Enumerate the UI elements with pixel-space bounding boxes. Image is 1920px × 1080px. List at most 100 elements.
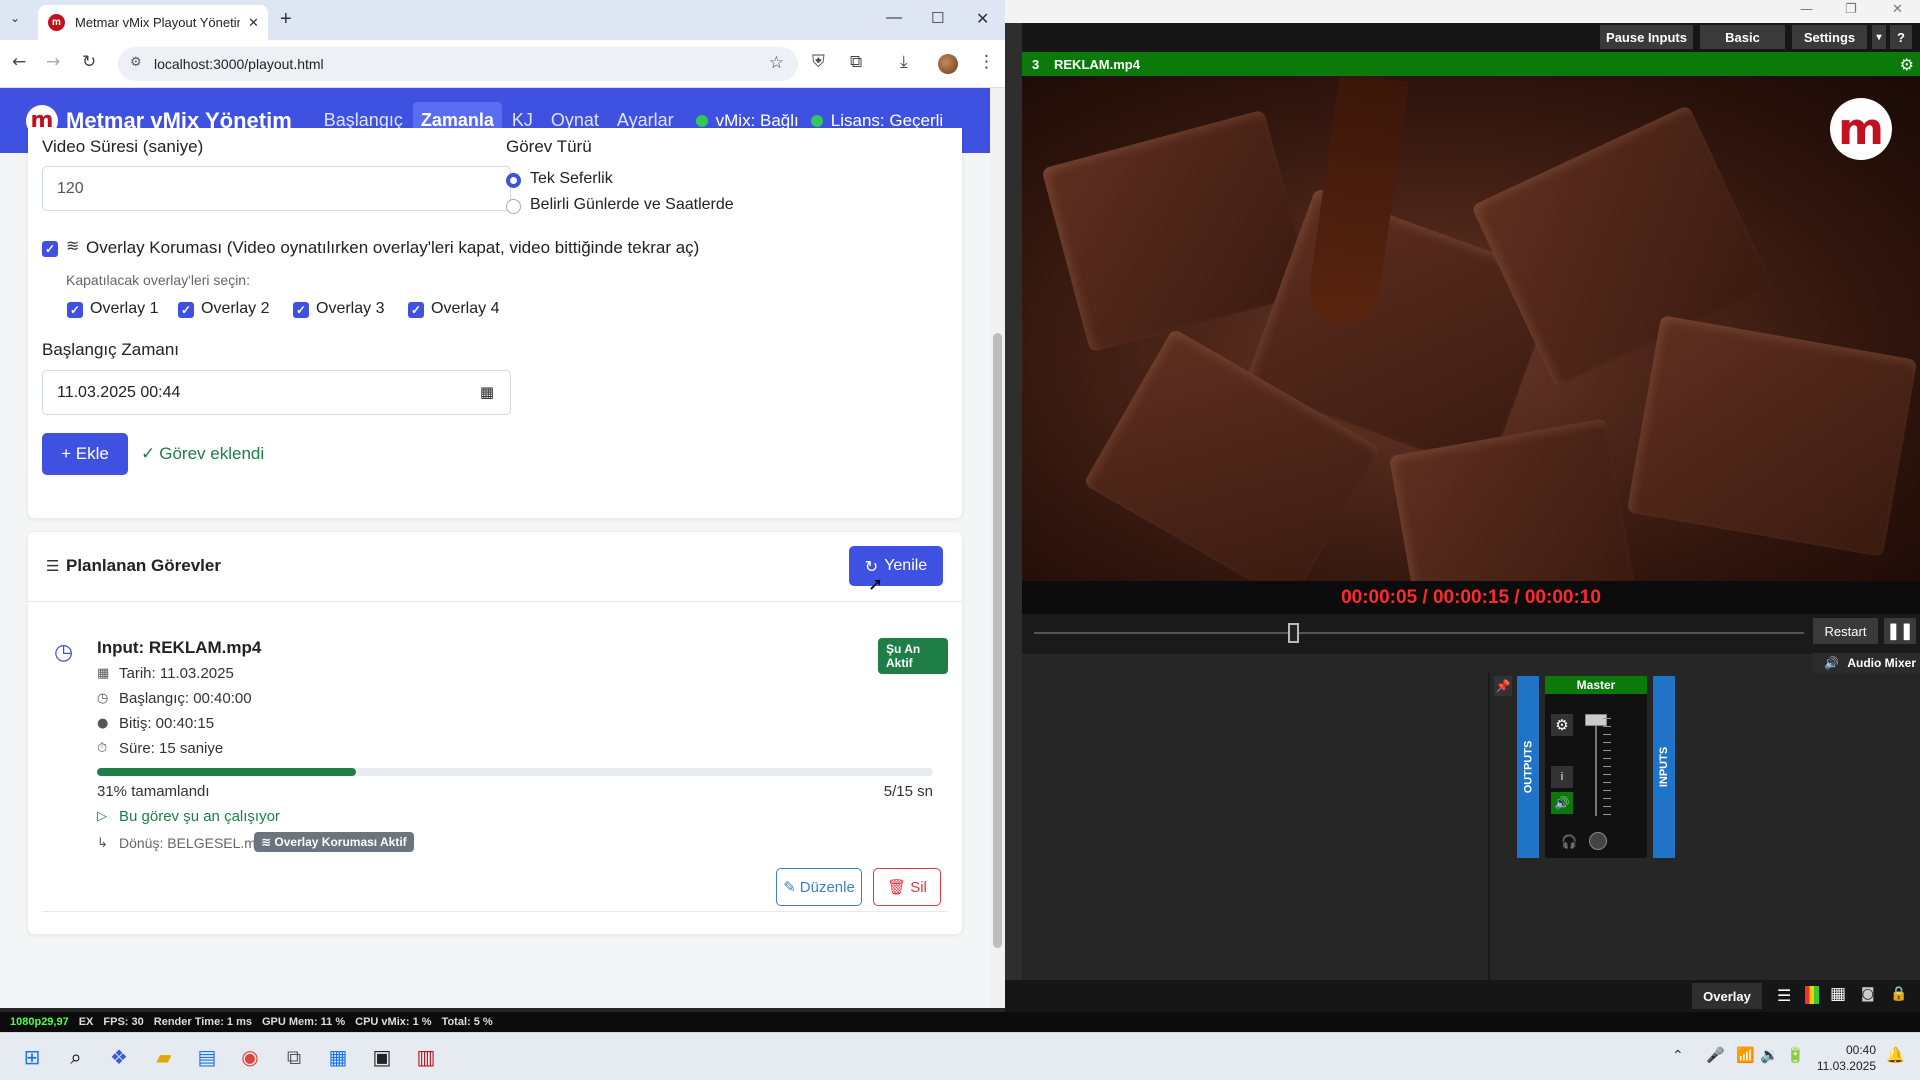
terminal-icon[interactable]: ▣ — [368, 1043, 396, 1071]
status-dot — [810, 114, 823, 127]
audio-mixer: OUTPUTS Master ⚙ i 🔊 🎧 INPUTS — [1517, 676, 1675, 858]
duration-input[interactable]: 120 — [42, 166, 511, 211]
audio-mixer-tab[interactable]: 🔊 Audio Mixer — [1812, 653, 1920, 673]
file-explorer-icon[interactable]: ▰ — [150, 1043, 178, 1071]
clock-icon: ◷ — [97, 691, 109, 706]
add-button[interactable]: + Ekle — [42, 433, 128, 475]
calendar-icon: ▦ — [97, 666, 110, 681]
battery-icon[interactable]: 🔋 — [1786, 1046, 1805, 1064]
bookmark-star-icon[interactable]: ☆ — [769, 53, 784, 73]
back-icon[interactable]: ← — [12, 52, 26, 72]
volume-icon[interactable]: 🔉 — [1760, 1046, 1779, 1064]
headphones-icon[interactable]: 🎧 — [1561, 834, 1577, 850]
settings-dropdown-icon[interactable]: ▾ — [1872, 25, 1886, 49]
overlay-1-checkbox[interactable]: ✓ — [67, 302, 83, 318]
notepad-icon[interactable]: ▤ — [193, 1043, 221, 1071]
mixer-outputs-tab[interactable]: OUTPUTS — [1517, 676, 1539, 858]
overlay-protection-checkbox[interactable]: ✓ — [42, 241, 58, 257]
system-clock[interactable]: 00:40 11.03.2025 — [1817, 1042, 1876, 1074]
speaker-icon: 🔊 — [1824, 656, 1840, 670]
pin-icon[interactable]: 📌 — [1494, 676, 1512, 696]
vmix-close-icon[interactable]: ✕ — [1892, 2, 1903, 17]
mixer-inputs-tab[interactable]: INPUTS — [1653, 676, 1675, 858]
pencil-icon: ✎ — [783, 878, 796, 896]
delete-button[interactable]: 🗑 Sil — [873, 868, 941, 906]
return-arrow-icon: ↳ — [97, 835, 108, 851]
vmix-minimize-icon[interactable]: — — [1800, 2, 1813, 17]
vmix-restore-icon[interactable]: ❐ — [1845, 2, 1857, 17]
microphone-icon[interactable]: 🎤 — [1706, 1046, 1725, 1064]
network-app-icon[interactable]: ⧉ — [280, 1043, 308, 1071]
help-button[interactable]: ? — [1890, 25, 1912, 49]
profile-avatar[interactable] — [938, 54, 958, 74]
settings-button[interactable]: Settings — [1792, 25, 1867, 49]
windows-app-icon[interactable]: ▦ — [324, 1043, 352, 1071]
window-minimize-icon[interactable]: — — [886, 9, 902, 27]
edit-button[interactable]: ✎ Düzenle — [776, 868, 862, 906]
task-type-recurring-radio[interactable] — [506, 199, 521, 214]
return-info: ↳ Dönüş: BELGESEL.mp4 — [97, 835, 272, 851]
refresh-button[interactable]: ↻ Yenile — [849, 546, 943, 586]
snapshot-icon[interactable]: ◙ — [1861, 986, 1875, 1002]
clock-icon: ◷ — [54, 640, 74, 665]
status-total: Total: 5 % — [441, 1016, 493, 1028]
start-icon[interactable]: ⊞ — [18, 1043, 46, 1071]
forward-icon[interactable]: → — [46, 52, 60, 72]
restart-button[interactable]: Restart — [1813, 618, 1878, 644]
tab-close-icon[interactable]: ✕ — [248, 15, 259, 31]
window-close-icon[interactable]: ✕ — [976, 9, 989, 29]
layers-icon: ≋ — [66, 236, 80, 255]
address-bar[interactable]: ⚙ localhost:3000/playout.html ☆ — [118, 47, 798, 81]
overlay-protection-badge: ≋ Overlay Koruması Aktif — [254, 832, 414, 852]
reload-icon[interactable]: ↻ — [82, 52, 96, 72]
task-type-once-radio[interactable] — [506, 173, 521, 188]
return-info-text: Dönüş: BELGESEL.mp4 — [119, 835, 272, 851]
overlay-button[interactable]: Overlay — [1692, 983, 1762, 1009]
mixer-info-icon[interactable]: i — [1551, 766, 1573, 788]
start-time-label: Başlangıç Zamanı — [42, 340, 180, 359]
chrome-icon[interactable]: ◉ — [236, 1043, 264, 1071]
overlay-1-label: Overlay 1 — [90, 300, 159, 317]
overlay-2-checkbox[interactable]: ✓ — [178, 302, 194, 318]
check-circle-icon: ✓ — [141, 444, 156, 464]
mixer-gear-icon[interactable]: ⚙ — [1551, 714, 1573, 736]
video-frame-shape — [1626, 314, 1918, 558]
wifi-icon[interactable]: 📶 — [1736, 1046, 1755, 1064]
extensions-icon[interactable]: ⧉ — [850, 52, 862, 72]
schedule-form-card: Video Süresi (saniye) 120 Görev Türü Tek… — [28, 128, 962, 518]
scrollbar-thumb[interactable] — [993, 333, 1002, 948]
start-time-input[interactable]: 11.03.2025 00:44 ▦ — [42, 370, 511, 415]
page-scrollbar[interactable] — [990, 88, 1005, 1008]
calendar-icon[interactable]: ▦ — [480, 383, 494, 401]
tab-search-icon[interactable]: ⌄ — [10, 11, 20, 25]
new-tab-icon[interactable]: + — [280, 8, 292, 31]
delete-label: Sil — [910, 878, 927, 896]
mixer-mute-icon[interactable]: 🔊 — [1551, 792, 1573, 814]
window-maximize-icon[interactable]: ☐ — [931, 9, 944, 27]
pan-knob[interactable] — [1589, 832, 1607, 850]
browser-tab[interactable]: m Metmar vMix Playout Yönetim ✕ — [38, 5, 268, 40]
overlay-4-checkbox[interactable]: ✓ — [408, 302, 424, 318]
layers-icon: ≋ — [261, 835, 272, 849]
shield-extension-icon[interactable]: ⛨ — [812, 52, 825, 72]
output-gear-icon[interactable]: ⚙ — [1900, 55, 1914, 74]
pause-inputs-button[interactable]: Pause Inputs — [1600, 25, 1693, 49]
basic-button[interactable]: Basic — [1700, 25, 1785, 49]
lock-icon[interactable]: 🔒 — [1890, 986, 1907, 1002]
menu-icon[interactable]: ⋮ — [978, 52, 995, 72]
levels-icon[interactable] — [1805, 986, 1819, 1004]
seek-track[interactable] — [1034, 632, 1804, 634]
status-badge: Şu An Aktif — [878, 638, 948, 674]
site-info-icon[interactable]: ⚙ — [130, 55, 142, 70]
task-view-icon[interactable]: ❖ — [105, 1043, 133, 1071]
notification-icon[interactable]: 🔔 — [1886, 1046, 1905, 1064]
download-icon[interactable]: ⤓ — [900, 52, 908, 72]
seek-thumb[interactable] — [1288, 623, 1300, 643]
tray-chevron-icon[interactable]: ⌃ — [1672, 1047, 1684, 1064]
search-icon[interactable]: ⌕ — [62, 1043, 90, 1071]
list-view-icon[interactable]: ☰ — [1777, 986, 1791, 1005]
pause-button[interactable]: ❚❚ — [1884, 618, 1916, 644]
grid-view-icon[interactable]: ▦ — [1830, 984, 1846, 1004]
vmix-app-icon[interactable]: ▥ — [412, 1043, 440, 1071]
overlay-3-checkbox[interactable]: ✓ — [293, 302, 309, 318]
